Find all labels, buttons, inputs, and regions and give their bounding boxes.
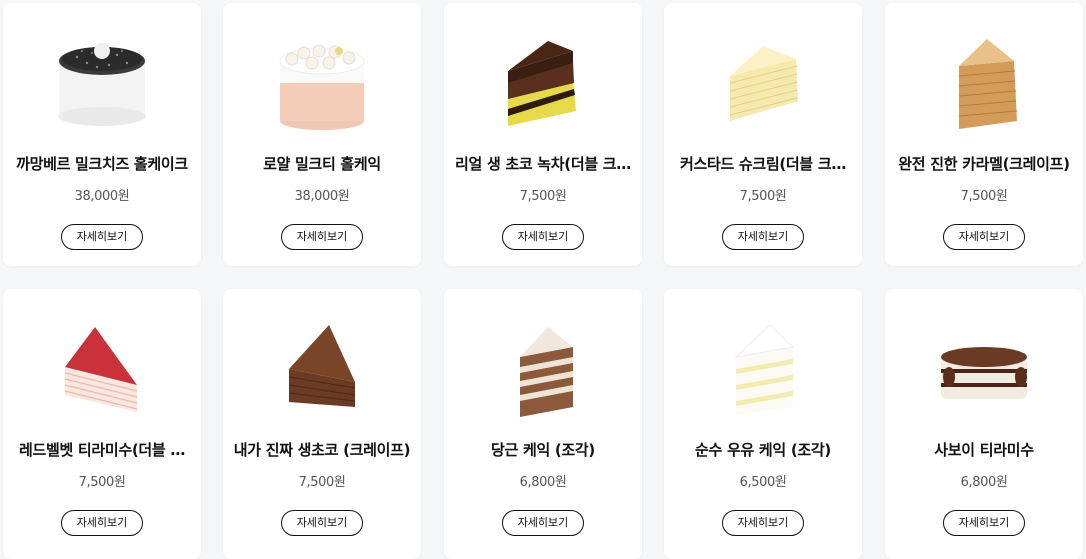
product-grid: 까망베르 밀크치즈 홀케이크 38,000원 자세히보기 로얄 밀크티 홀케익 …: [0, 0, 1086, 559]
product-image[interactable]: [444, 21, 642, 141]
detail-button[interactable]: 자세히보기: [943, 224, 1025, 250]
product-card[interactable]: 레드벨벳 티라미수(더블 … 7,500원 자세히보기: [3, 289, 201, 559]
product-price: 38,000원: [74, 189, 130, 204]
product-name[interactable]: 까망베르 밀크치즈 홀케이크: [11, 153, 193, 174]
product-name[interactable]: 사보이 티라미수: [893, 439, 1075, 460]
product-card[interactable]: 당근 케익 (조각) 6,800원 자세히보기: [444, 289, 642, 559]
detail-button[interactable]: 자세히보기: [61, 224, 143, 250]
product-card[interactable]: 순수 우유 케익 (조각) 6,500원 자세히보기: [664, 289, 862, 559]
detail-button[interactable]: 자세히보기: [502, 224, 584, 250]
product-card[interactable]: 내가 진짜 생초코 (크레이프) 7,500원 자세히보기: [223, 289, 421, 559]
product-card[interactable]: 리얼 생 초코 녹차(더블 크… 7,500원 자세히보기: [444, 3, 642, 266]
product-image[interactable]: [444, 307, 642, 427]
detail-button[interactable]: 자세히보기: [281, 224, 363, 250]
product-price: 7,500원: [739, 189, 787, 204]
detail-button[interactable]: 자세히보기: [722, 510, 804, 536]
product-image[interactable]: [223, 307, 421, 427]
detail-button[interactable]: 자세히보기: [722, 224, 804, 250]
product-card[interactable]: 사보이 티라미수 6,800원 자세히보기: [885, 289, 1083, 559]
product-name[interactable]: 로얄 밀크티 홀케익: [231, 153, 413, 174]
product-price: 7,500원: [960, 189, 1008, 204]
product-card[interactable]: 로얄 밀크티 홀케익 38,000원 자세히보기: [223, 3, 421, 266]
product-name[interactable]: 리얼 생 초코 녹차(더블 크…: [452, 153, 634, 174]
product-card[interactable]: 커스타드 슈크림(더블 크… 7,500원 자세히보기: [664, 3, 862, 266]
product-image[interactable]: [664, 21, 862, 141]
product-price: 7,500원: [519, 189, 567, 204]
detail-button[interactable]: 자세히보기: [502, 510, 584, 536]
product-image[interactable]: [3, 21, 201, 141]
product-name[interactable]: 레드벨벳 티라미수(더블 …: [11, 439, 193, 460]
product-name[interactable]: 순수 우유 케익 (조각): [672, 439, 854, 460]
product-card[interactable]: 까망베르 밀크치즈 홀케이크 38,000원 자세히보기: [3, 3, 201, 266]
product-card[interactable]: 완전 진한 카라멜(크레이프) 7,500원 자세히보기: [885, 3, 1083, 266]
product-price: 6,800원: [960, 475, 1008, 490]
detail-button[interactable]: 자세히보기: [943, 510, 1025, 536]
product-price: 7,500원: [78, 475, 126, 490]
product-price: 6,500원: [739, 475, 787, 490]
product-price: 6,800원: [519, 475, 567, 490]
product-price: 38,000원: [294, 189, 350, 204]
product-image[interactable]: [223, 21, 421, 141]
detail-button[interactable]: 자세히보기: [61, 510, 143, 536]
product-name[interactable]: 완전 진한 카라멜(크레이프): [893, 153, 1075, 174]
product-name[interactable]: 당근 케익 (조각): [452, 439, 634, 460]
product-name[interactable]: 내가 진짜 생초코 (크레이프): [231, 439, 413, 460]
product-image[interactable]: [885, 307, 1083, 427]
product-image[interactable]: [3, 307, 201, 427]
product-name[interactable]: 커스타드 슈크림(더블 크…: [672, 153, 854, 174]
product-price: 7,500원: [298, 475, 346, 490]
product-image[interactable]: [664, 307, 862, 427]
detail-button[interactable]: 자세히보기: [281, 510, 363, 536]
product-image[interactable]: [885, 21, 1083, 141]
